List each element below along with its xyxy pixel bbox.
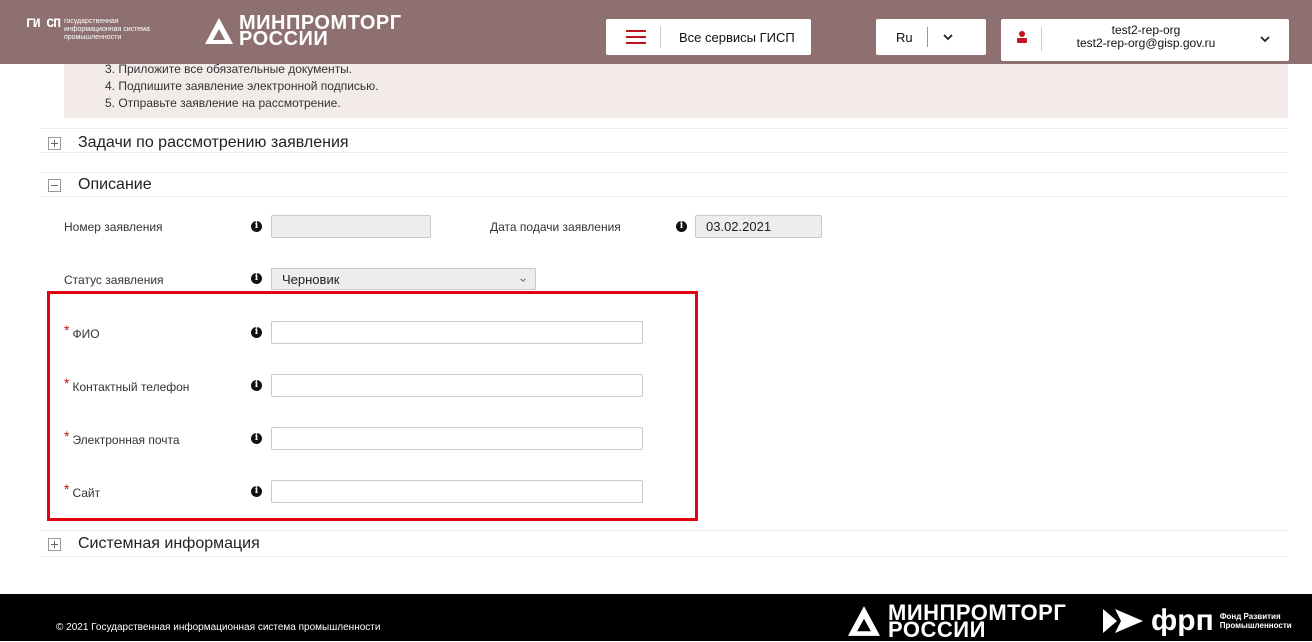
gisp-logo-mark: ГИ СП	[26, 16, 61, 31]
section-system-info-title: Системная информация	[78, 535, 260, 552]
required-mark: *	[64, 481, 70, 497]
footer-minpromtorg-logo[interactable]: МИНПРОМТОРГ РОССИИ	[848, 602, 1066, 641]
site-input[interactable]	[271, 480, 643, 503]
info-icon[interactable]: i	[251, 221, 262, 232]
info-icon[interactable]: i	[251, 380, 262, 391]
language-selector[interactable]: Ru	[876, 19, 986, 55]
divider	[40, 128, 1288, 129]
chevron-down-icon	[942, 34, 953, 41]
expand-icon[interactable]	[48, 537, 61, 551]
phone-input[interactable]	[271, 374, 643, 397]
gisp-line: государственная	[64, 18, 119, 25]
minpromtorg-logo[interactable]: МИНПРОМТОРГ РОССИИ	[205, 13, 402, 49]
all-services-label: Все сервисы ГИСП	[679, 29, 795, 45]
application-number-input[interactable]	[271, 215, 431, 238]
info-icon[interactable]: i	[251, 273, 262, 284]
instruction-step: 4. Подпишите заявление электронной подпи…	[105, 79, 379, 93]
email-label-text: Электронная почта	[72, 433, 180, 447]
submission-date-label: Дата подачи заявления	[490, 220, 621, 234]
user-email: test2-rep-org@gisp.gov.ru	[1076, 36, 1216, 50]
required-mark: *	[64, 428, 70, 444]
divider	[660, 26, 661, 48]
info-icon[interactable]: i	[251, 327, 262, 338]
gisp-logo-text: государственная информационная система п…	[64, 18, 150, 42]
hamburger-icon	[626, 30, 646, 44]
copyright-text: © 2021 Государственная информационная си…	[56, 622, 381, 633]
minpromtorg-text: МИНПРОМТОРГ РОССИИ	[239, 13, 402, 49]
phone-label: * Контактный телефон	[64, 375, 190, 394]
frp-subtitle: Фонд Развития Промышленности	[1220, 612, 1292, 630]
instruction-step: 3. Приложите все обязательные документы.	[105, 62, 353, 76]
frp-arrow-icon	[1103, 609, 1143, 633]
footer: © 2021 Государственная информационная си…	[0, 594, 1312, 641]
fio-label: * ФИО	[64, 322, 100, 341]
section-system-info-header[interactable]: Системная информация	[48, 535, 260, 553]
info-icon[interactable]: i	[676, 221, 687, 232]
collapse-icon[interactable]	[48, 178, 61, 192]
info-icon[interactable]: i	[251, 433, 262, 444]
chevron-down-icon	[520, 278, 526, 282]
divider	[40, 530, 1288, 531]
section-description-header[interactable]: Описание	[48, 176, 152, 194]
phone-label-text: Контактный телефон	[72, 380, 190, 394]
expand-icon[interactable]	[48, 136, 61, 150]
application-number-label: Номер заявления	[64, 220, 163, 234]
footer-minpromtorg-text: МИНПРОМТОРГ РОССИИ	[888, 602, 1066, 641]
instruction-step: 5. Отправьте заявление на рассмотрение.	[105, 96, 341, 110]
user-icon	[1017, 31, 1027, 43]
gisp-logo[interactable]: ГИ СП государственная информационная сис…	[26, 16, 150, 46]
minpromtorg-emblem-icon	[848, 606, 880, 636]
gisp-line: информационная система	[64, 26, 150, 33]
application-status-value: Черновик	[282, 272, 340, 287]
application-status-select[interactable]: Черновик	[271, 268, 536, 290]
top-header: ГИ СП государственная информационная сис…	[0, 0, 1312, 64]
section-description-title: Описание	[78, 176, 152, 193]
frp-subtitle-line: Промышленности	[1219, 621, 1292, 630]
frp-name: фрп	[1151, 604, 1214, 637]
site-label: * Сайт	[64, 481, 101, 500]
info-icon[interactable]: i	[251, 486, 262, 497]
email-input[interactable]	[271, 427, 643, 450]
frp-logo[interactable]: фрп Фонд Развития Промышленности	[1103, 606, 1292, 636]
required-mark: *	[64, 322, 70, 338]
all-services-button[interactable]: Все сервисы ГИСП	[606, 19, 811, 55]
divider	[40, 556, 1288, 557]
site-label-text: Сайт	[72, 486, 101, 500]
divider	[40, 172, 1288, 173]
section-tasks-header[interactable]: Задачи по рассмотрению заявления	[48, 134, 349, 152]
divider	[40, 152, 1288, 153]
email-label: * Электронная почта	[64, 428, 180, 447]
divider	[926, 27, 928, 47]
user-menu[interactable]: test2-rep-org test2-rep-org@gisp.gov.ru	[1001, 19, 1289, 61]
instructions-box: 3. Приложите все обязательные документы.…	[64, 62, 1288, 118]
section-tasks-title: Задачи по рассмотрению заявления	[78, 134, 349, 151]
required-mark: *	[64, 375, 70, 391]
fio-label-text: ФИО	[72, 327, 100, 341]
user-info: test2-rep-org test2-rep-org@gisp.gov.ru	[1051, 24, 1241, 50]
submission-date-input[interactable]: 03.02.2021	[695, 215, 822, 238]
gisp-line: промышленности	[64, 34, 122, 41]
minpromtorg-emblem-icon	[205, 18, 233, 44]
frp-subtitle-line: Фонд Развития	[1219, 612, 1281, 621]
divider	[1041, 27, 1042, 51]
divider	[40, 196, 1288, 197]
fio-input[interactable]	[271, 321, 643, 344]
language-value: Ru	[896, 29, 913, 45]
application-status-label: Статус заявления	[64, 273, 164, 287]
chevron-down-icon	[1260, 36, 1270, 43]
